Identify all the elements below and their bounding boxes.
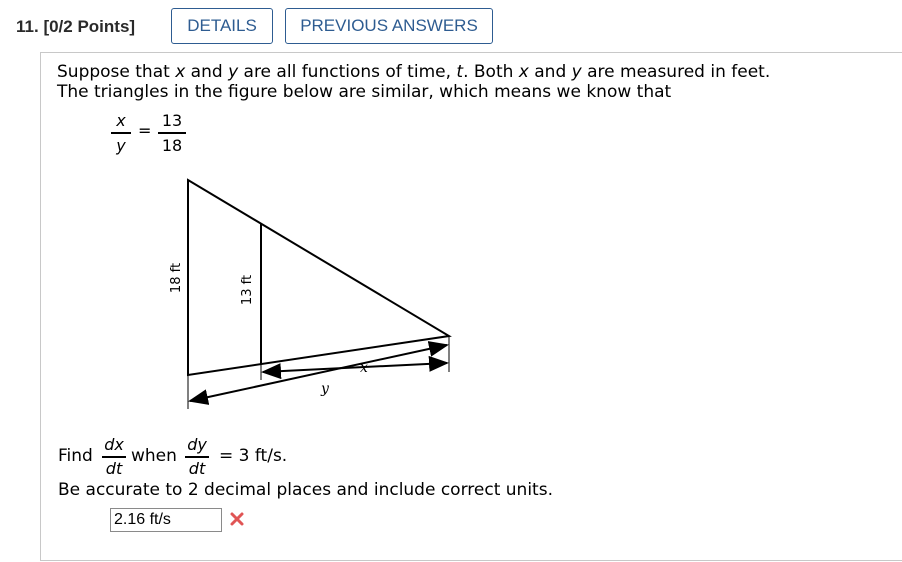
label-x: x — [360, 360, 368, 376]
y-dimension-arrow — [188, 341, 449, 405]
answer-input[interactable] — [110, 508, 222, 532]
big-triangle — [187, 178, 452, 377]
label-y: y — [320, 381, 330, 397]
given-rate: = 3 ft/s. — [219, 446, 288, 466]
find-word: Find — [58, 446, 93, 466]
fraction-bar — [102, 456, 126, 458]
label-18ft: 18 ft — [169, 263, 184, 293]
fraction-bar — [185, 456, 209, 458]
similar-triangles-figure: 18 ft 13 ft x y — [169, 178, 452, 409]
dy-numerator: dy — [187, 435, 207, 454]
dx-denominator: dt — [105, 459, 123, 478]
dx-numerator: dx — [104, 435, 124, 454]
instruction-text: Be accurate to 2 decimal places and incl… — [58, 480, 553, 500]
incorrect-x-icon — [230, 512, 244, 526]
when-word: when — [131, 446, 177, 466]
label-13ft: 13 ft — [240, 275, 255, 305]
dy-denominator: dt — [188, 459, 206, 478]
